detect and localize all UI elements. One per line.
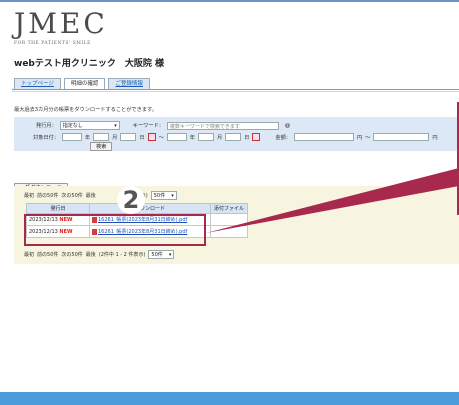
callout-pointer xyxy=(206,168,459,233)
callout-overlay xyxy=(206,168,459,233)
footer-bar xyxy=(0,392,459,405)
